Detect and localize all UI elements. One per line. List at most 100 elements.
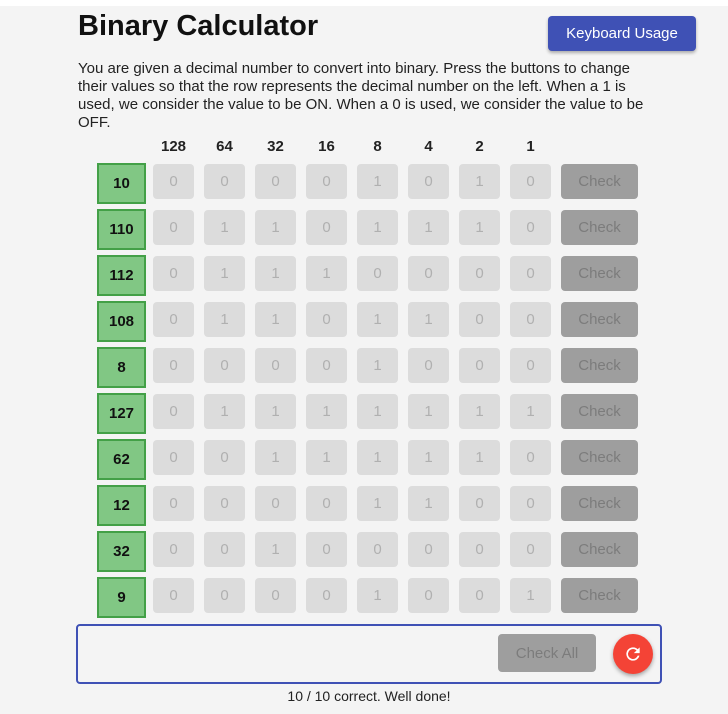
bit-button-1[interactable]: 0 <box>510 440 551 475</box>
bit-button-128[interactable]: 0 <box>153 302 194 337</box>
bit-button-128[interactable]: 0 <box>153 532 194 567</box>
bit-button-2[interactable]: 0 <box>459 532 500 567</box>
row-check-button[interactable]: Check <box>561 578 638 613</box>
bit-button-8[interactable]: 0 <box>357 532 398 567</box>
bit-button-16[interactable]: 1 <box>306 256 347 291</box>
bit-button-8[interactable]: 1 <box>357 394 398 429</box>
bit-header-128: 128 <box>160 138 187 155</box>
bit-header-1: 1 <box>526 138 535 155</box>
row-check-button[interactable]: Check <box>561 210 638 245</box>
check-all-button[interactable]: Check All <box>498 634 596 672</box>
bit-button-4[interactable]: 1 <box>408 486 449 521</box>
bit-button-1[interactable]: 0 <box>510 256 551 291</box>
bit-button-8[interactable]: 1 <box>357 164 398 199</box>
bit-header-4: 4 <box>424 138 433 155</box>
decimal-value: 12 <box>97 485 146 526</box>
bit-button-4[interactable]: 0 <box>408 348 449 383</box>
bit-button-1[interactable]: 0 <box>510 302 551 337</box>
bit-button-16[interactable]: 0 <box>306 302 347 337</box>
bit-button-128[interactable]: 0 <box>153 440 194 475</box>
bit-button-1[interactable]: 0 <box>510 164 551 199</box>
bit-button-2[interactable]: 1 <box>459 164 500 199</box>
decimal-value: 8 <box>97 347 146 388</box>
bit-button-64[interactable]: 0 <box>204 164 245 199</box>
bit-button-128[interactable]: 0 <box>153 256 194 291</box>
bit-button-1[interactable]: 0 <box>510 348 551 383</box>
bit-button-4[interactable]: 1 <box>408 394 449 429</box>
bit-button-1[interactable]: 0 <box>510 532 551 567</box>
reset-button[interactable] <box>613 634 653 674</box>
bit-button-128[interactable]: 0 <box>153 210 194 245</box>
bit-button-64[interactable]: 0 <box>204 578 245 613</box>
bit-button-16[interactable]: 1 <box>306 394 347 429</box>
row-check-button[interactable]: Check <box>561 440 638 475</box>
bit-button-8[interactable]: 1 <box>357 302 398 337</box>
bit-button-8[interactable]: 1 <box>357 578 398 613</box>
bit-button-32[interactable]: 0 <box>255 486 296 521</box>
bit-button-4[interactable]: 0 <box>408 256 449 291</box>
bit-button-16[interactable]: 1 <box>306 440 347 475</box>
bit-button-1[interactable]: 0 <box>510 210 551 245</box>
bit-button-16[interactable]: 0 <box>306 578 347 613</box>
row-check-button[interactable]: Check <box>561 164 638 199</box>
row-check-button[interactable]: Check <box>561 486 638 521</box>
bit-button-64[interactable]: 0 <box>204 532 245 567</box>
bit-button-2[interactable]: 0 <box>459 348 500 383</box>
bit-button-4[interactable]: 0 <box>408 164 449 199</box>
bit-button-64[interactable]: 1 <box>204 210 245 245</box>
bit-button-32[interactable]: 1 <box>255 440 296 475</box>
bit-button-4[interactable]: 1 <box>408 210 449 245</box>
bit-button-4[interactable]: 1 <box>408 302 449 337</box>
bit-button-64[interactable]: 0 <box>204 486 245 521</box>
bit-button-8[interactable]: 1 <box>357 486 398 521</box>
bit-button-1[interactable]: 1 <box>510 578 551 613</box>
bit-button-1[interactable]: 0 <box>510 486 551 521</box>
bit-button-64[interactable]: 1 <box>204 302 245 337</box>
bit-button-2[interactable]: 1 <box>459 394 500 429</box>
bit-button-64[interactable]: 1 <box>204 256 245 291</box>
bit-button-16[interactable]: 0 <box>306 532 347 567</box>
bit-button-32[interactable]: 0 <box>255 348 296 383</box>
bit-button-128[interactable]: 0 <box>153 164 194 199</box>
bit-header-16: 16 <box>318 138 335 155</box>
bit-button-16[interactable]: 0 <box>306 486 347 521</box>
status-message: 10 / 10 correct. Well done! <box>287 688 451 704</box>
bit-button-32[interactable]: 1 <box>255 256 296 291</box>
bit-button-32[interactable]: 1 <box>255 302 296 337</box>
row-check-button[interactable]: Check <box>561 348 638 383</box>
bit-button-16[interactable]: 0 <box>306 164 347 199</box>
bit-button-2[interactable]: 0 <box>459 486 500 521</box>
bit-button-32[interactable]: 0 <box>255 578 296 613</box>
bit-button-128[interactable]: 0 <box>153 486 194 521</box>
bit-button-2[interactable]: 0 <box>459 256 500 291</box>
bit-button-8[interactable]: 1 <box>357 348 398 383</box>
bit-button-128[interactable]: 0 <box>153 348 194 383</box>
bit-button-2[interactable]: 1 <box>459 210 500 245</box>
bit-button-1[interactable]: 1 <box>510 394 551 429</box>
footer-panel: Check All <box>76 624 662 684</box>
row-check-button[interactable]: Check <box>561 394 638 429</box>
bit-button-128[interactable]: 0 <box>153 394 194 429</box>
bit-button-64[interactable]: 1 <box>204 394 245 429</box>
bit-button-16[interactable]: 0 <box>306 210 347 245</box>
bit-button-4[interactable]: 1 <box>408 440 449 475</box>
bit-button-32[interactable]: 1 <box>255 210 296 245</box>
bit-button-8[interactable]: 0 <box>357 256 398 291</box>
bit-button-64[interactable]: 0 <box>204 348 245 383</box>
bit-button-64[interactable]: 0 <box>204 440 245 475</box>
bit-button-8[interactable]: 1 <box>357 440 398 475</box>
row-check-button[interactable]: Check <box>561 302 638 337</box>
bit-button-128[interactable]: 0 <box>153 578 194 613</box>
bit-button-4[interactable]: 0 <box>408 532 449 567</box>
bit-button-2[interactable]: 0 <box>459 302 500 337</box>
row-check-button[interactable]: Check <box>561 532 638 567</box>
bit-button-2[interactable]: 0 <box>459 578 500 613</box>
bit-button-32[interactable]: 0 <box>255 164 296 199</box>
bit-button-2[interactable]: 1 <box>459 440 500 475</box>
bit-button-16[interactable]: 0 <box>306 348 347 383</box>
bit-button-4[interactable]: 0 <box>408 578 449 613</box>
bit-button-32[interactable]: 1 <box>255 532 296 567</box>
bit-button-32[interactable]: 1 <box>255 394 296 429</box>
bit-button-8[interactable]: 1 <box>357 210 398 245</box>
row-check-button[interactable]: Check <box>561 256 638 291</box>
